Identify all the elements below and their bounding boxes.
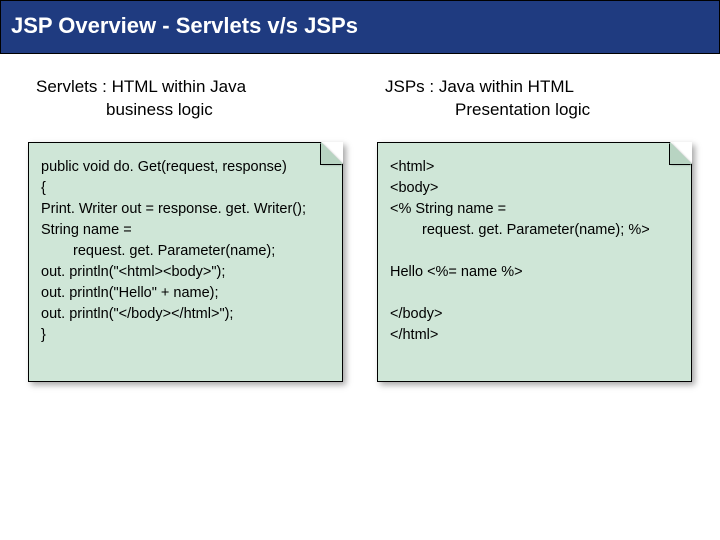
code-line: request. get. Parameter(name); %> bbox=[390, 220, 679, 241]
left-column-header: Servlets : HTML within Java business log… bbox=[28, 72, 343, 142]
slide-title: JSP Overview - Servlets v/s JSPs bbox=[11, 13, 709, 39]
code-line: public void do. Get(request, response) bbox=[41, 157, 330, 178]
blank-line bbox=[390, 283, 679, 304]
right-column-header: JSPs : Java within HTML Presentation log… bbox=[377, 72, 692, 142]
right-header-line1: JSPs : Java within HTML bbox=[385, 76, 684, 99]
code-line: <html> bbox=[390, 157, 679, 178]
left-column: Servlets : HTML within Java business log… bbox=[28, 72, 343, 382]
code-line: { bbox=[41, 178, 330, 199]
code-line: </body> bbox=[390, 304, 679, 325]
code-line: } bbox=[41, 325, 330, 346]
code-line: out. println("<html><body>"); bbox=[41, 262, 330, 283]
code-line: </html> bbox=[390, 325, 679, 346]
code-line: Hello <%= name %> bbox=[390, 262, 679, 283]
right-column: JSPs : Java within HTML Presentation log… bbox=[377, 72, 692, 382]
slide-content: Servlets : HTML within Java business log… bbox=[0, 54, 720, 382]
code-line: String name = bbox=[41, 220, 330, 241]
right-code-note: <html> <body> <% String name = request. … bbox=[377, 142, 692, 382]
left-code-note: public void do. Get(request, response) {… bbox=[28, 142, 343, 382]
code-line: request. get. Parameter(name); bbox=[41, 241, 330, 262]
code-line: out. println("Hello" + name); bbox=[41, 283, 330, 304]
code-line: <body> bbox=[390, 178, 679, 199]
code-line: <% String name = bbox=[390, 199, 679, 220]
right-header-line2: Presentation logic bbox=[385, 99, 684, 122]
code-line: Print. Writer out = response. get. Write… bbox=[41, 199, 330, 220]
slide-title-bar: JSP Overview - Servlets v/s JSPs bbox=[0, 0, 720, 54]
blank-line bbox=[390, 241, 679, 262]
left-header-line1: Servlets : HTML within Java bbox=[36, 76, 335, 99]
code-line: out. println("</body></html>"); bbox=[41, 304, 330, 325]
left-header-line2: business logic bbox=[36, 99, 335, 122]
